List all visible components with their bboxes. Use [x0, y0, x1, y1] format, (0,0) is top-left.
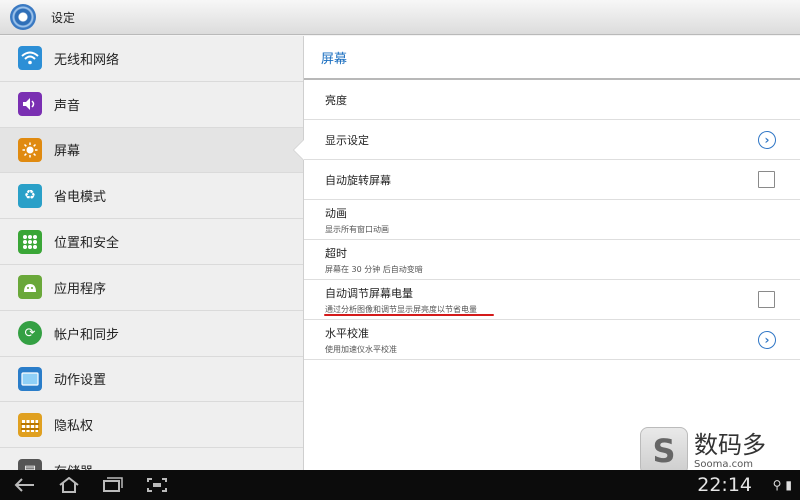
grid-lock-icon	[18, 229, 42, 254]
brightness-icon	[18, 137, 42, 162]
usb-icon: ⚲	[772, 478, 782, 492]
recycle-icon: ♻	[18, 183, 42, 208]
sidebar-item-storage[interactable]: ▤ 存储器	[0, 448, 303, 470]
recent-apps-icon[interactable]	[96, 473, 130, 497]
watermark-text: 数码多	[694, 430, 766, 459]
watermark-subtext: Sooma.com	[694, 458, 753, 470]
sidebar-item-screen[interactable]: 屏幕	[0, 127, 303, 174]
row-timeout[interactable]: 超时 屏幕在 30 分钟 后自动变暗	[304, 240, 800, 280]
watermark-logo-icon: S	[640, 427, 688, 475]
sidebar-item-location-security[interactable]: 位置和安全	[0, 219, 303, 265]
sidebar-item-applications[interactable]: 应用程序	[0, 265, 303, 311]
screen-icon	[18, 366, 42, 391]
row-display-settings[interactable]: 显示设定 ›	[304, 120, 800, 160]
sidebar-item-motion[interactable]: 动作设置	[0, 357, 303, 403]
screen-settings-pane: 屏幕 亮度 显示设定 › 自动旋转屏幕 动画 显示所有窗口动画 超时 屏幕在 3…	[304, 36, 800, 470]
auto-rotate-checkbox[interactable]	[758, 171, 775, 188]
fence-icon	[18, 412, 42, 437]
sidebar-item-accounts-sync[interactable]: ⟳ 帐户和同步	[0, 311, 303, 357]
row-animation[interactable]: 动画 显示所有窗口动画	[304, 200, 800, 240]
home-icon[interactable]	[52, 473, 86, 497]
section-title: 屏幕	[304, 36, 800, 80]
screenshot-icon[interactable]	[140, 473, 174, 497]
title-bar: 设定	[0, 0, 800, 35]
battery-icon: ▮	[785, 478, 792, 492]
status-icons[interactable]: ⚲ ▮	[773, 478, 792, 492]
row-auto-power[interactable]: 自动调节屏幕电量 通过分析图像和调节显示屏亮度以节省电量	[304, 280, 800, 320]
selection-pointer	[294, 140, 304, 160]
window-title: 设定	[51, 10, 76, 25]
speaker-icon	[18, 92, 42, 117]
watermark: S 数码多 Sooma.com	[640, 426, 790, 476]
chevron-right-icon[interactable]: ›	[758, 130, 776, 149]
row-brightness[interactable]: 亮度	[304, 80, 800, 120]
sidebar-item-wireless[interactable]: 无线和网络	[0, 36, 303, 82]
clock: 22:14	[697, 474, 752, 496]
sync-icon: ⟳	[18, 321, 42, 346]
chevron-right-icon[interactable]: ›	[758, 330, 776, 349]
back-icon[interactable]	[8, 473, 42, 497]
row-auto-rotate[interactable]: 自动旋转屏幕	[304, 160, 800, 200]
wifi-icon	[18, 46, 42, 71]
sdcard-icon: ▤	[18, 458, 42, 470]
annotation-underline	[324, 314, 494, 316]
settings-sidebar: 无线和网络 声音 屏幕 ♻ 省电模式 位置和安全 应用程序 ⟳ 帐户和同步 动作…	[0, 36, 304, 470]
auto-power-checkbox[interactable]	[758, 291, 775, 308]
row-calibration[interactable]: 水平校准 使用加速仪水平校准 ›	[304, 320, 800, 360]
sidebar-item-power-saving[interactable]: ♻ 省电模式	[0, 173, 303, 220]
sidebar-item-privacy[interactable]: 隐私权	[0, 402, 303, 449]
android-app-icon	[18, 275, 42, 300]
system-nav-bar: 22:14 ⚲ ▮	[0, 470, 800, 500]
settings-gear-icon[interactable]	[10, 4, 36, 30]
sidebar-item-sound[interactable]: 声音	[0, 82, 303, 128]
